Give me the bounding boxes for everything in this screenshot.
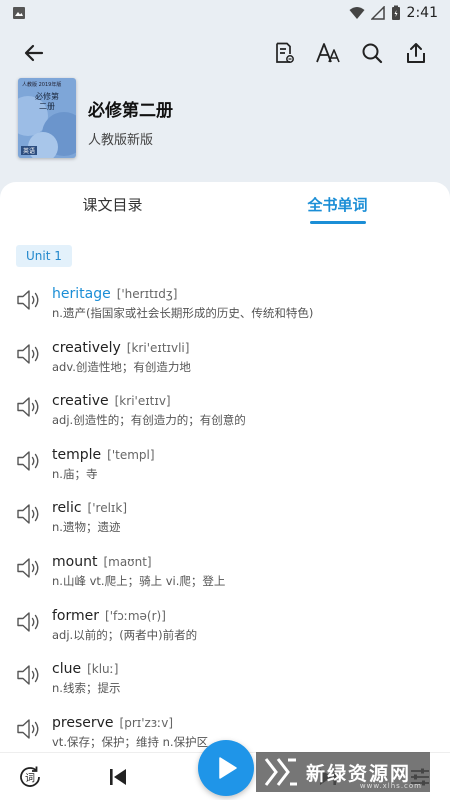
search-button[interactable] xyxy=(350,31,394,75)
word-heading: creatively [kri'eɪtɪvli] xyxy=(52,337,189,356)
word-definition: n.山峰 vt.爬上；骑上 vi.爬；登上 xyxy=(52,573,226,588)
cover-title: 必修第二册 xyxy=(35,92,59,111)
word-row[interactable]: relic ['relɪk] n.遗物；遗迹 xyxy=(0,492,450,546)
word-row[interactable]: creatively [kri'eɪtɪvli] adv.创造性地；有创造力地 xyxy=(0,332,450,386)
word-row[interactable]: creative [kri'eɪtɪv] adj.创造性的；有创造力的；有创意的 xyxy=(0,385,450,439)
speaker-icon[interactable] xyxy=(16,395,42,419)
word-text[interactable]: creative xyxy=(52,393,109,409)
word-phonetic: ['relɪk] xyxy=(87,501,128,516)
book-info: 必修第二册 人教版新版 xyxy=(88,78,173,160)
word-definition: vt.保存；保护；维持 n.保护区 xyxy=(52,734,209,749)
vocab-icon-char: 词 xyxy=(25,773,35,785)
cover-top-text: 人教版 2019年版 xyxy=(22,82,62,88)
word-phonetic: [maʊnt] xyxy=(103,554,152,569)
top-toolbar xyxy=(0,30,450,76)
speaker-icon[interactable] xyxy=(16,717,42,741)
font-size-button[interactable] xyxy=(306,31,350,75)
speaker-icon[interactable] xyxy=(16,342,42,366)
word-definition: n.遗物；遗迹 xyxy=(52,520,121,535)
word-definition: n.线索；提示 xyxy=(52,681,121,696)
speaker-icon[interactable] xyxy=(16,663,42,687)
word-phonetic: ['fɔːmə(r)] xyxy=(105,608,166,623)
previous-button[interactable] xyxy=(104,763,132,791)
word-row[interactable]: heritage ['herɪtɪdʒ] n.遗产(指国家或社会长期形成的历史、传统… xyxy=(0,278,450,332)
word-phonetic: ['templ] xyxy=(107,447,155,462)
vocab-loop-button[interactable]: 词 xyxy=(16,763,44,791)
vocab-loop-icon: 词 xyxy=(20,766,40,787)
tab-lesson-catalog[interactable]: 课文目录 xyxy=(0,182,225,230)
word-phonetic: [prɪ'zɜːv] xyxy=(119,715,174,730)
status-bar: 2:41 xyxy=(0,0,450,26)
word-phonetic: [kri'eɪtɪvli] xyxy=(126,340,190,355)
word-text[interactable]: heritage xyxy=(52,286,111,302)
speaker-icon[interactable] xyxy=(16,610,42,634)
play-button[interactable] xyxy=(198,740,254,796)
word-heading: preserve [prɪ'zɜːv] xyxy=(52,712,173,731)
tab-bar: 课文目录 全书单词 xyxy=(0,182,450,230)
word-definition: n.遗产(指国家或社会长期形成的历史、传统和特色) xyxy=(52,306,314,320)
word-heading: former ['fɔːmə(r)] xyxy=(52,605,166,624)
word-phonetic: [kluː] xyxy=(87,662,119,677)
word-definition: adj.创造性的；有创造力的；有创意的 xyxy=(52,413,246,428)
book-title: 必修第二册 xyxy=(88,101,173,121)
word-heading: mount [maʊnt] xyxy=(52,551,152,570)
share-icon xyxy=(407,43,425,63)
back-arrow-icon xyxy=(24,44,44,62)
word-row[interactable]: clue [kluː] n.线索；提示 xyxy=(0,653,450,707)
word-text[interactable]: former xyxy=(52,608,99,624)
word-definition: adj.以前的；(两者中)前者的 xyxy=(52,627,198,642)
note-edit-icon xyxy=(276,42,294,63)
previous-icon xyxy=(110,769,126,785)
battery-icon xyxy=(391,5,400,20)
word-text[interactable]: temple xyxy=(52,447,101,463)
word-row[interactable]: mount [maʊnt] n.山峰 vt.爬上；骑上 vi.爬；登上 xyxy=(0,546,450,600)
tab-all-words[interactable]: 全书单词 xyxy=(225,182,450,230)
book-cover[interactable]: 人教版 2019年版 必修第二册 英语 xyxy=(18,78,76,158)
speaker-icon[interactable] xyxy=(16,449,42,473)
word-heading: relic ['relɪk] xyxy=(52,497,127,516)
status-time: 2:41 xyxy=(406,5,438,21)
content-sheet: 课文目录 全书单词 Unit 1 heritage ['herɪtɪdʒ] n.遗产… xyxy=(0,182,450,752)
word-list: heritage ['herɪtɪdʒ] n.遗产(指国家或社会长期形成的历史、传统… xyxy=(0,278,450,760)
book-publisher: 人教版新版 xyxy=(88,133,154,148)
word-phonetic: [kri'eɪtɪv] xyxy=(114,394,171,409)
word-text[interactable]: creatively xyxy=(52,340,121,356)
search-icon xyxy=(362,43,383,64)
speaker-icon[interactable] xyxy=(16,288,42,312)
watermark-url: www.xlhs.com xyxy=(359,782,422,790)
word-definition: n.庙；寺 xyxy=(52,466,98,481)
speaker-icon[interactable] xyxy=(16,502,42,526)
word-text[interactable]: clue xyxy=(52,661,81,677)
note-edit-button[interactable] xyxy=(262,31,306,75)
watermark-logo-icon xyxy=(264,758,297,786)
wifi-icon xyxy=(349,7,365,19)
word-row[interactable]: former ['fɔːmə(r)] adj.以前的；(两者中)前者的 xyxy=(0,600,450,654)
watermark: 新绿资源网 www.xlhs.com xyxy=(256,752,430,792)
word-heading: heritage ['herɪtɪdʒ] xyxy=(52,283,177,302)
cover-tag: 英语 xyxy=(21,146,38,155)
image-notification-icon xyxy=(13,7,25,19)
book-header: 人教版 2019年版 必修第二册 英语 必修第二册 人教版新版 xyxy=(18,78,438,160)
word-heading: creative [kri'eɪtɪv] xyxy=(52,390,171,409)
word-text[interactable]: mount xyxy=(52,554,97,570)
word-row[interactable]: temple ['templ] n.庙；寺 xyxy=(0,439,450,493)
back-button[interactable] xyxy=(12,31,56,75)
word-heading: clue [kluː] xyxy=(52,658,118,677)
status-left xyxy=(12,6,26,20)
word-definition: adv.创造性地；有创造力地 xyxy=(52,359,191,374)
word-phonetic: ['herɪtɪdʒ] xyxy=(116,287,178,301)
status-right: 2:41 xyxy=(349,5,438,21)
word-heading: temple ['templ] xyxy=(52,444,155,463)
word-text[interactable]: preserve xyxy=(52,715,114,731)
font-size-icon xyxy=(316,43,340,63)
speaker-icon[interactable] xyxy=(16,556,42,580)
unit-badge: Unit 1 xyxy=(16,245,72,267)
word-text[interactable]: relic xyxy=(52,500,82,516)
signal-icon xyxy=(370,6,385,20)
play-icon xyxy=(219,757,237,779)
share-button[interactable] xyxy=(394,31,438,75)
